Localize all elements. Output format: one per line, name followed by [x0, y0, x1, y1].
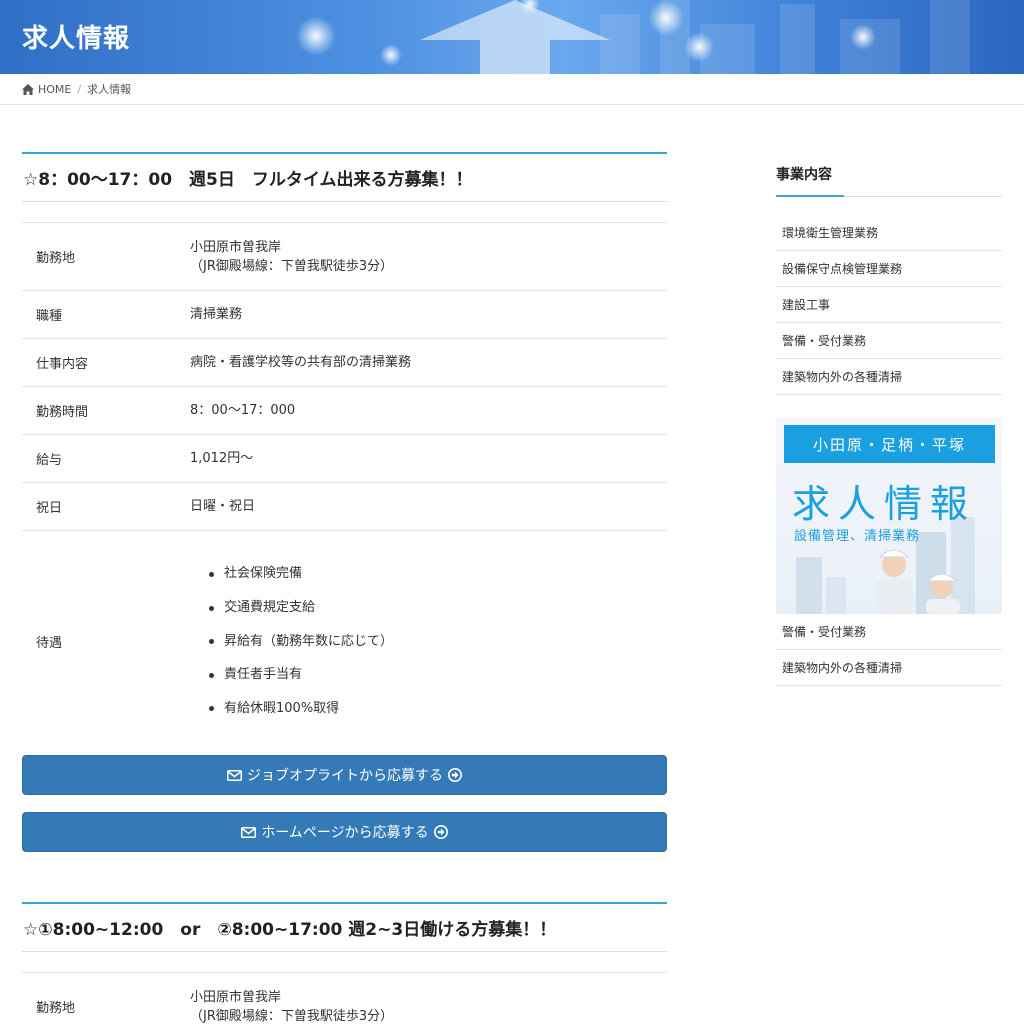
- home-icon: [22, 83, 34, 95]
- row-value: 日曜・祝日: [190, 499, 256, 514]
- row-label: 祝日: [36, 501, 63, 516]
- row-label: 職種: [36, 309, 63, 324]
- recruitment-banner[interactable]: 小田原・足柄・平塚 求人情報 設備管理、清掃業務: [776, 417, 1002, 614]
- sidebar: 事業内容 環境衛生管理業務 設備保守点検管理業務 建設工事 警備・受付業務 建築…: [776, 152, 1002, 686]
- page-title: 求人情報: [22, 24, 131, 54]
- location-address: 小田原市曽我岸: [190, 239, 282, 255]
- envelope-icon: [241, 826, 257, 838]
- page-header-banner: 求人情報: [0, 0, 1024, 74]
- sidebar-list: 警備・受付業務 建築物内外の各種清掃: [776, 614, 1002, 686]
- apply-button-label: ジョブオプライトから応募する: [247, 768, 443, 784]
- promo-region: 小田原・足柄・平塚: [784, 425, 995, 463]
- row-value: 清掃業務: [190, 307, 243, 322]
- envelope-icon: [227, 769, 242, 781]
- benefits-list: 社会保険完備 交通費規定支給 昇給有（勤務年数に応じて） 責任者手当有 有給休暇…: [190, 557, 667, 725]
- list-item: 社会保険完備: [190, 557, 667, 591]
- table-row: 職種 清掃業務: [22, 291, 667, 339]
- row-label: 仕事内容: [36, 357, 89, 372]
- row-value: 小田原市曽我岸 （JR御殿場線：下曽我駅徒歩3分）: [190, 223, 667, 290]
- arrow-circle-right-icon: [433, 825, 448, 839]
- row-label: 給与: [36, 453, 63, 468]
- promo-subtitle: 設備管理、清掃業務: [794, 529, 921, 544]
- row-value: 小田原市曽我岸 （JR御殿場線：下曽我駅徒歩3分）: [190, 973, 667, 1024]
- table-row: 勤務時間 8：00〜17：000: [22, 387, 667, 435]
- sidebar-item-security-reception[interactable]: 警備・受付業務: [776, 323, 1002, 359]
- breadcrumb-current: 求人情報: [87, 83, 132, 96]
- list-item: 昇給有（勤務年数に応じて）: [190, 624, 667, 658]
- location-access: （JR御殿場線：下曽我駅徒歩3分）: [190, 1008, 394, 1024]
- row-value: 社会保険完備 交通費規定支給 昇給有（勤務年数に応じて） 責任者手当有 有給休暇…: [190, 531, 667, 751]
- location-address: 小田原市曽我岸: [190, 989, 282, 1005]
- table-row: 仕事内容 病院・看護学校等の共有部の清掃業務: [22, 339, 667, 387]
- list-item: 交通費規定支給: [190, 591, 667, 625]
- sidebar-item-building-cleaning[interactable]: 建築物内外の各種清掃: [776, 359, 1002, 395]
- table-row: 給与 1,012円〜: [22, 435, 667, 483]
- row-label: 勤務時間: [36, 405, 89, 420]
- table-row: 勤務地 小田原市曽我岸 （JR御殿場線：下曽我駅徒歩3分）: [22, 973, 667, 1024]
- sidebar-item-construction[interactable]: 建設工事: [776, 287, 1002, 323]
- row-label: 勤務地: [36, 1001, 76, 1016]
- list-item: 有給休暇100%取得: [190, 691, 667, 725]
- row-value: 1,012円〜: [190, 451, 254, 466]
- job-details-table: 勤務地 小田原市曽我岸 （JR御殿場線：下曽我駅徒歩3分）: [22, 972, 667, 1024]
- location-access: （JR御殿場線：下曽我駅徒歩3分）: [190, 258, 394, 274]
- list-item: 責任者手当有: [190, 658, 667, 692]
- job-posting: ☆①8:00~12:00 or ②8:00~17:00 週2~3日働ける方募集！…: [22, 902, 667, 1024]
- apply-button-label: ホームページから応募する: [261, 825, 429, 841]
- sidebar-item-environmental-sanitation[interactable]: 環境衛生管理業務: [776, 215, 1002, 251]
- table-row: 待遇 社会保険完備 交通費規定支給 昇給有（勤務年数に応じて） 責任者手当有 有…: [22, 531, 667, 751]
- promo-title: 求人情報: [792, 482, 977, 526]
- job-posting: ☆8：00〜17：00 週5日 フルタイム出来る方募集！！ 勤務地 小田原市曽我…: [22, 152, 667, 751]
- row-label: 勤務地: [36, 251, 76, 266]
- breadcrumb-home-link[interactable]: HOME: [38, 83, 71, 96]
- sidebar-item-equipment-maintenance[interactable]: 設備保守点検管理業務: [776, 251, 1002, 287]
- breadcrumb-separator: /: [77, 82, 82, 96]
- table-row: 祝日 日曜・祝日: [22, 483, 667, 531]
- apply-jobofferlite-button[interactable]: ジョブオプライトから応募する: [22, 755, 667, 795]
- job-title: ☆①8:00~12:00 or ②8:00~17:00 週2~3日働ける方募集！…: [22, 902, 667, 952]
- arrow-circle-right-icon: [448, 768, 462, 782]
- arrow-graphic: [420, 0, 610, 74]
- table-row: 勤務地 小田原市曽我岸 （JR御殿場線：下曽我駅徒歩3分）: [22, 223, 667, 291]
- row-value: 8：00〜17：000: [190, 403, 296, 418]
- apply-homepage-button[interactable]: ホームページから応募する: [22, 812, 667, 852]
- job-title: ☆8：00〜17：00 週5日 フルタイム出来る方募集！！: [22, 152, 667, 202]
- row-label: 待遇: [36, 635, 63, 651]
- sidebar-item-security-reception[interactable]: 警備・受付業務: [776, 614, 1002, 650]
- job-details-table: 勤務地 小田原市曽我岸 （JR御殿場線：下曽我駅徒歩3分） 職種 清掃業務 仕事…: [22, 222, 667, 751]
- sidebar-list: 環境衛生管理業務 設備保守点検管理業務 建設工事 警備・受付業務 建築物内外の各…: [776, 215, 1002, 395]
- sidebar-heading: 事業内容: [776, 152, 1002, 197]
- row-value: 病院・看護学校等の共有部の清掃業務: [190, 355, 412, 370]
- sidebar-item-building-cleaning[interactable]: 建築物内外の各種清掃: [776, 650, 1002, 686]
- breadcrumb: HOME / 求人情報: [0, 74, 1024, 105]
